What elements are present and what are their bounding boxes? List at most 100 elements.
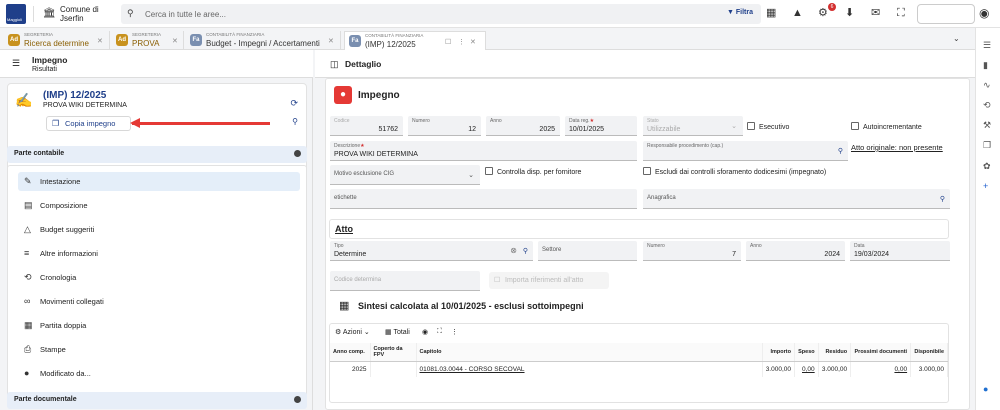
tipo-field[interactable]: Tipo Determine ⊗ ⚲ bbox=[330, 241, 533, 261]
col-header[interactable]: Disponibile bbox=[910, 343, 948, 362]
col-header[interactable]: Coperto da FPV bbox=[370, 343, 417, 362]
tab-imp-12-2025[interactable]: Fa CONTABILITÀ FINANZIARIA (IMP) 12/2025… bbox=[344, 31, 486, 51]
filter-button[interactable]: ▼ Filtra bbox=[727, 9, 753, 16]
col-header[interactable]: Anno comp. bbox=[330, 343, 371, 362]
menu-item-altre-informazioni[interactable]: ≡ Altre informazioni bbox=[18, 244, 300, 263]
section-title-impegno: Impegno bbox=[358, 90, 400, 101]
menu-item-budget-suggeriti[interactable]: △ Budget suggeriti bbox=[18, 220, 300, 239]
atto-data-field[interactable]: Data 19/03/2024 bbox=[850, 241, 950, 261]
atto-numero-field[interactable]: Numero 7 bbox=[643, 241, 741, 261]
anagrafica-field[interactable]: Anagrafica ⚲ bbox=[643, 189, 950, 209]
responsabile-field[interactable]: Responsabile procedimento (cap.) ⚲ bbox=[643, 141, 848, 161]
collapse-icon[interactable] bbox=[294, 396, 301, 403]
wrench-icon[interactable]: ⚒ bbox=[983, 120, 991, 131]
menu-item-partita-doppia[interactable]: ▦ Partita doppia bbox=[18, 316, 300, 335]
download-icon[interactable]: ⬇ bbox=[845, 7, 854, 19]
grid-icon[interactable]: ▦ bbox=[766, 7, 776, 19]
book-icon[interactable]: ▮ bbox=[983, 60, 988, 71]
search-list-icon[interactable]: ⚲ bbox=[292, 117, 298, 126]
copy-icon[interactable]: ❐ bbox=[983, 140, 991, 151]
col-header[interactable]: Prossimi documenti bbox=[850, 343, 912, 362]
menu-item-composizione[interactable]: ▤ Composizione bbox=[18, 196, 300, 215]
entity-name[interactable]: Comune di Jserfin bbox=[60, 5, 99, 23]
search-input[interactable]: Cerca in tutte le aree... bbox=[145, 10, 226, 19]
copy-impegno-button[interactable]: ❐ Copia impegno bbox=[46, 116, 131, 131]
esecutivo-checkbox[interactable]: Esecutivo bbox=[747, 122, 789, 131]
tab-budget-impegni[interactable]: Fa CONTABILITÀ FINANZIARIA Budget - Impe… bbox=[186, 31, 341, 50]
atto-originale-link[interactable]: Atto originale: non presente bbox=[851, 143, 943, 152]
tab-prova[interactable]: Ad SEGRETERIA PROVA ✕ bbox=[112, 31, 184, 50]
azioni-menu[interactable]: ⚙ Azioni ⌄ bbox=[335, 328, 370, 336]
codice-field: Codice 51762 bbox=[330, 116, 403, 136]
search-icon[interactable]: ⚲ bbox=[940, 195, 945, 203]
close-icon[interactable]: ✕ bbox=[328, 37, 334, 45]
close-icon[interactable]: ✕ bbox=[470, 38, 476, 46]
controlla-disp-checkbox[interactable]: Controlla disp. per fornitore bbox=[485, 167, 581, 176]
impegno-form: ● Impegno Codice 51762 Numero 12 Anno 20… bbox=[325, 78, 970, 410]
autoincrementante-checkbox[interactable]: Autoincrementante bbox=[851, 122, 922, 131]
menu-item-movimenti-collegati[interactable]: ∞ Movimenti collegati bbox=[18, 292, 300, 311]
settore-field[interactable]: Settore bbox=[538, 241, 637, 261]
more-icon[interactable]: ⋮ bbox=[451, 328, 458, 336]
menu-item-cronologia[interactable]: ⟲ Cronologia bbox=[18, 268, 300, 287]
clear-icon[interactable]: ⊗ bbox=[510, 246, 517, 255]
app-logo[interactable]: Maggioli bbox=[6, 4, 26, 24]
network-icon[interactable]: ✿ bbox=[983, 161, 991, 172]
chart-line-icon[interactable]: ∿ bbox=[983, 80, 991, 91]
menu-item-stampe[interactable]: ⎙ Stampe bbox=[18, 340, 300, 359]
motivo-esclusione-cig-select[interactable]: Motivo esclusione CIG ⌄ bbox=[330, 165, 480, 185]
more-icon[interactable]: ⋮ bbox=[458, 38, 465, 46]
panel-icon[interactable]: ◫ bbox=[330, 59, 339, 70]
refresh-icon[interactable]: ⟳ bbox=[290, 98, 298, 109]
panel-subtitle[interactable]: Risultati bbox=[32, 66, 57, 73]
anno-field[interactable]: Anno 2025 bbox=[486, 116, 560, 136]
detail-header: ◫ Dettaglio bbox=[315, 50, 975, 78]
chevron-down-icon: ⌄ bbox=[468, 172, 474, 179]
location-icon[interactable]: ● bbox=[983, 384, 988, 394]
col-header[interactable]: Residuo bbox=[818, 343, 852, 362]
close-icon[interactable]: ✕ bbox=[172, 37, 178, 45]
section-parte-contabile[interactable]: Parte contabile bbox=[7, 146, 307, 163]
escludi-controlli-checkbox[interactable]: Escludi dai controlli sforamento dodices… bbox=[643, 167, 826, 176]
search-icon[interactable]: ⚲ bbox=[838, 147, 843, 155]
descrizione-field[interactable]: Descrizione★ PROVA WIKI DETERMINA bbox=[330, 141, 637, 161]
mail-icon[interactable]: ✉ bbox=[871, 7, 880, 19]
expand-icon[interactable]: ⛶ bbox=[437, 328, 442, 336]
side-menu: ✎ Intestazione ▤ Composizione △ Budget s… bbox=[7, 165, 307, 397]
eye-icon[interactable]: ◉ bbox=[422, 328, 428, 336]
search-icon[interactable]: ⚲ bbox=[523, 247, 528, 255]
importa-riferimenti-button[interactable]: ☐ Importa riferimenti all'atto bbox=[489, 272, 609, 289]
collapse-icon[interactable] bbox=[294, 150, 301, 157]
chevron-down-icon[interactable]: ⌄ bbox=[953, 34, 960, 43]
atto-anno-field[interactable]: Anno 2024 bbox=[746, 241, 845, 261]
totali-button[interactable]: ▦ Totali bbox=[385, 328, 410, 336]
col-header[interactable]: Importo bbox=[762, 343, 795, 362]
col-header[interactable]: Speso bbox=[794, 343, 819, 362]
quick-input[interactable] bbox=[917, 4, 975, 24]
layers-icon: ▤ bbox=[24, 200, 33, 210]
close-icon[interactable]: ✕ bbox=[97, 37, 103, 45]
global-search[interactable]: ⚲ Cerca in tutte le aree... ▼ Filtra bbox=[121, 4, 761, 24]
fullscreen-icon[interactable]: ⛶ bbox=[897, 7, 905, 19]
col-header[interactable]: Capitolo bbox=[416, 343, 763, 362]
numero-field[interactable]: Numero 12 bbox=[408, 116, 481, 136]
record-description: PROVA WIKI DETERMINA bbox=[43, 102, 127, 109]
data-reg-field[interactable]: Data reg.★ 10/01/2025 bbox=[565, 116, 637, 136]
tab-ricerca-determine[interactable]: Ad SEGRETERIA Ricerca determine ✕ bbox=[4, 31, 110, 50]
menu-icon[interactable]: ☰ bbox=[12, 58, 20, 69]
menu-item-modificato-da[interactable]: ● Modificato da... bbox=[18, 364, 300, 383]
history-icon[interactable]: ⟲ bbox=[983, 100, 991, 111]
etichette-field[interactable]: etichette bbox=[330, 189, 637, 209]
pin-icon[interactable]: ☐ bbox=[445, 38, 451, 46]
table-row[interactable]: 2025 01081.03.0044 - CORSO SECOVAL 3.000… bbox=[330, 361, 948, 377]
warning-icon[interactable]: ▲ bbox=[792, 7, 803, 19]
bell-icon[interactable]: ⚙ bbox=[818, 7, 828, 19]
capitolo-link[interactable]: 01081.03.0044 - CORSO SECOVAL bbox=[416, 361, 763, 377]
table-icon: ▦ bbox=[24, 320, 33, 330]
menu-item-intestazione[interactable]: ✎ Intestazione bbox=[18, 172, 300, 191]
section-parte-documentale[interactable]: Parte documentale bbox=[7, 392, 307, 409]
stato-select[interactable]: Stato Utilizzabile ⌄ bbox=[643, 116, 743, 136]
list-icon[interactable]: ☰ bbox=[983, 40, 991, 51]
account-icon[interactable]: ◉ bbox=[979, 7, 989, 19]
add-icon[interactable]: + bbox=[983, 181, 988, 191]
